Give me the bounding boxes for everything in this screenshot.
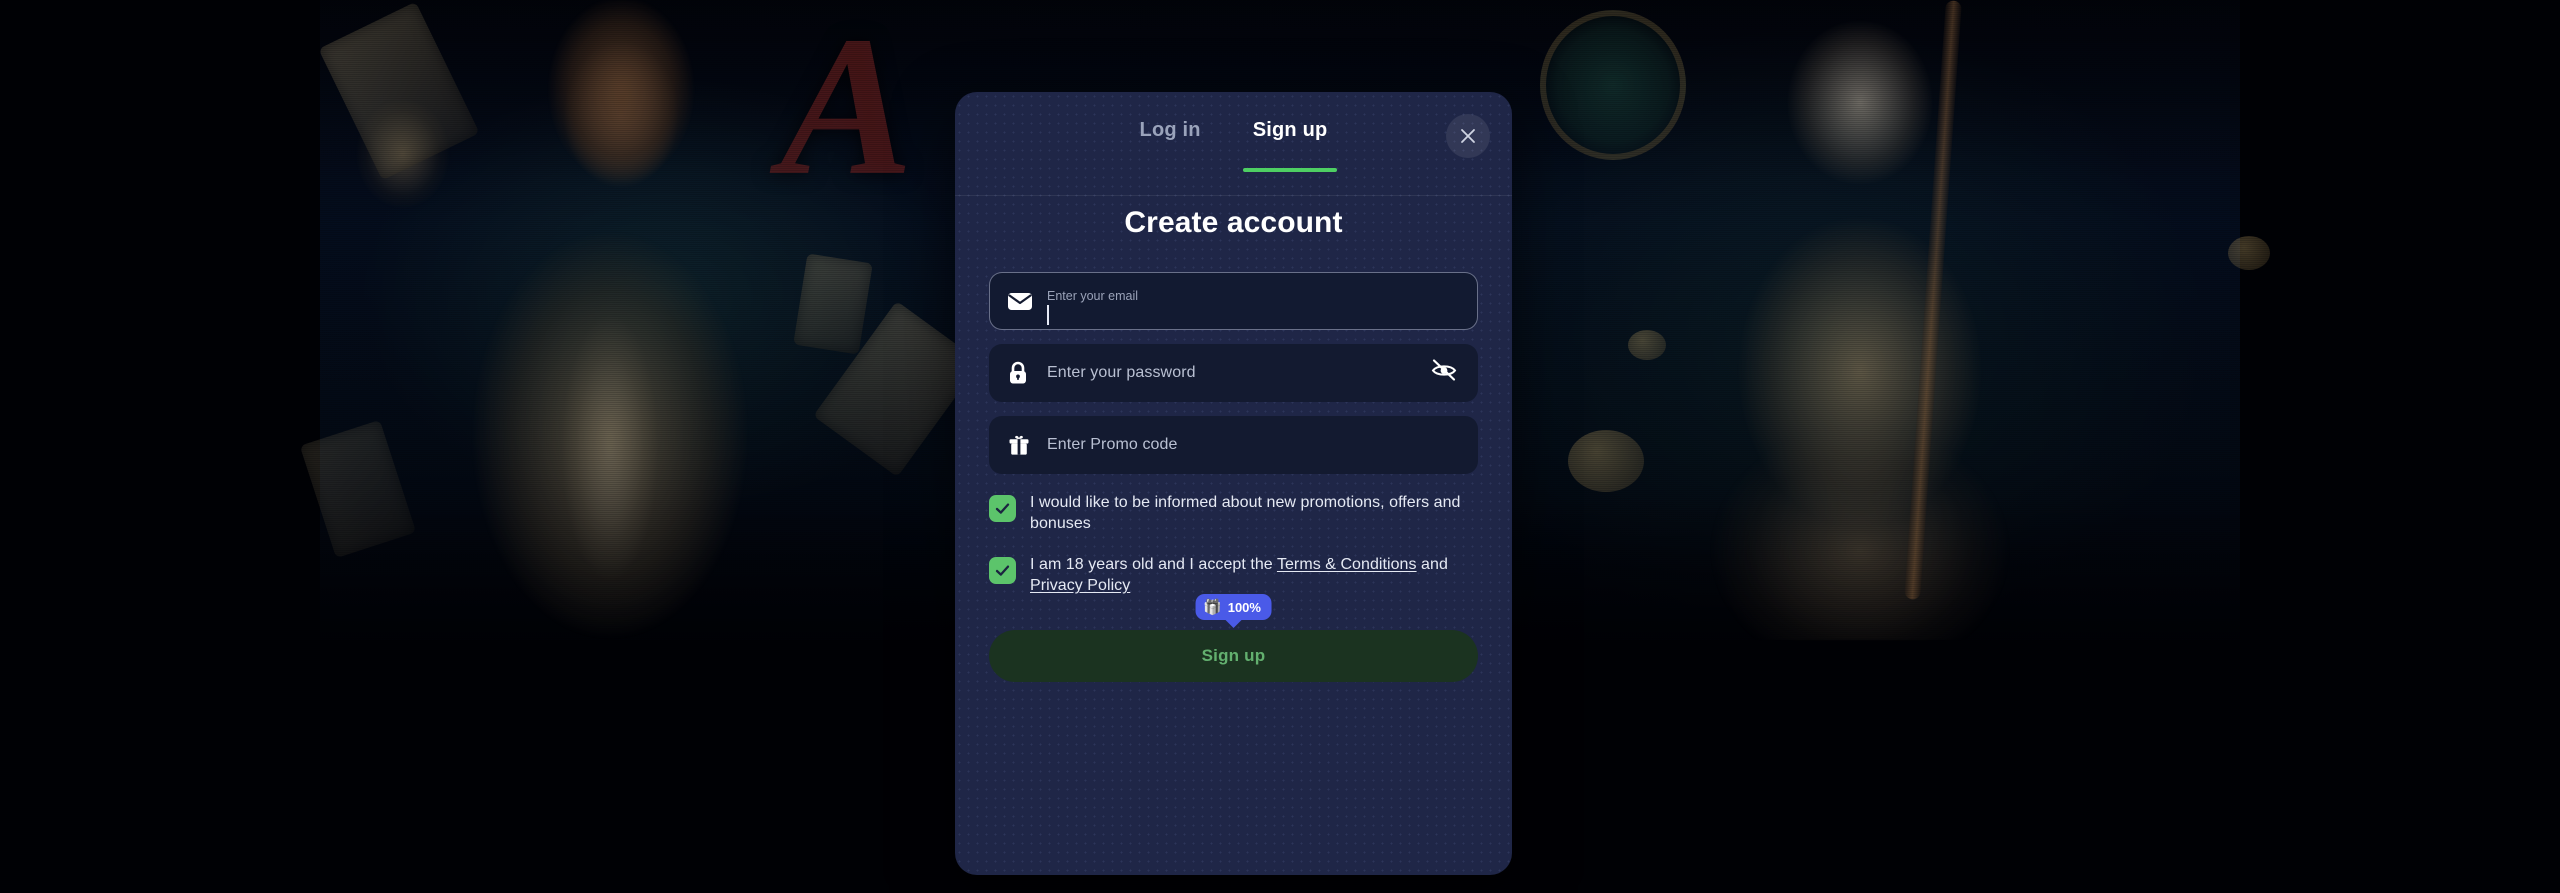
marketing-consent-label: I would like to be informed about new pr… bbox=[1030, 494, 1461, 533]
coin-prop bbox=[1628, 330, 1666, 360]
active-tab-indicator bbox=[1243, 167, 1338, 172]
auth-modal: Log in Sign up Create account Enter your… bbox=[955, 92, 1512, 875]
close-icon bbox=[1461, 129, 1475, 143]
gift-emoji-icon: 🎁 bbox=[1203, 599, 1222, 617]
text-caret bbox=[1047, 305, 1049, 325]
envelope-icon bbox=[1007, 291, 1037, 311]
auth-tabs: Log in Sign up bbox=[955, 92, 1512, 172]
modal-body: Create account Enter your email Enter yo… bbox=[955, 206, 1512, 683]
password-input-area[interactable]: Enter your password bbox=[1037, 364, 1460, 382]
eye-off-icon bbox=[1431, 359, 1457, 381]
password-placeholder: Enter your password bbox=[1047, 364, 1196, 381]
gift-icon bbox=[1007, 433, 1037, 457]
tab-log-in[interactable]: Log in bbox=[1138, 113, 1203, 148]
terms-conditions-link[interactable]: Terms & Conditions bbox=[1277, 556, 1417, 573]
close-button[interactable] bbox=[1446, 114, 1490, 158]
check-icon bbox=[995, 503, 1010, 514]
age-terms-consent-checkbox[interactable] bbox=[989, 557, 1016, 585]
page-title: Create account bbox=[1124, 206, 1343, 239]
tab-sign-up[interactable]: Sign up bbox=[1243, 113, 1338, 172]
password-field[interactable]: Enter your password bbox=[989, 344, 1478, 402]
email-field[interactable]: Enter your email bbox=[989, 272, 1478, 330]
age-terms-consent-row[interactable]: I am 18 years old and I accept the Terms… bbox=[989, 554, 1478, 596]
header-divider bbox=[955, 195, 1512, 196]
tab-sign-up-label: Sign up bbox=[1252, 118, 1328, 141]
scorpion-medallion bbox=[1540, 10, 1686, 160]
promo-input-area[interactable]: Enter Promo code bbox=[1037, 436, 1460, 454]
email-floating-label: Enter your email bbox=[1047, 289, 1139, 303]
bonus-badge-value: 100% bbox=[1227, 599, 1261, 615]
marketing-consent-row[interactable]: I would like to be informed about new pr… bbox=[989, 492, 1478, 534]
check-icon bbox=[995, 565, 1010, 576]
brand-logo-letter: A bbox=[780, 0, 913, 217]
age-terms-consent-label: I am 18 years old and I accept the Terms… bbox=[1030, 554, 1478, 596]
promo-placeholder: Enter Promo code bbox=[1047, 436, 1178, 453]
coin-prop bbox=[1568, 430, 1644, 492]
age-terms-middle: and bbox=[1416, 556, 1448, 574]
lock-icon bbox=[1007, 361, 1037, 385]
coin-prop bbox=[2228, 236, 2270, 270]
age-terms-prefix: I am 18 years old and I accept the bbox=[1030, 556, 1277, 574]
privacy-policy-link[interactable]: Privacy Policy bbox=[1030, 577, 1130, 594]
bonus-badge: 🎁 100% bbox=[1195, 594, 1272, 621]
marketing-consent-checkbox[interactable] bbox=[989, 495, 1016, 522]
submit-area: 🎁 100% Sign up bbox=[989, 594, 1478, 683]
promo-code-field[interactable]: Enter Promo code bbox=[989, 416, 1478, 474]
toggle-password-visibility-button[interactable] bbox=[1430, 358, 1458, 389]
sign-up-submit-button[interactable]: Sign up bbox=[989, 630, 1478, 683]
